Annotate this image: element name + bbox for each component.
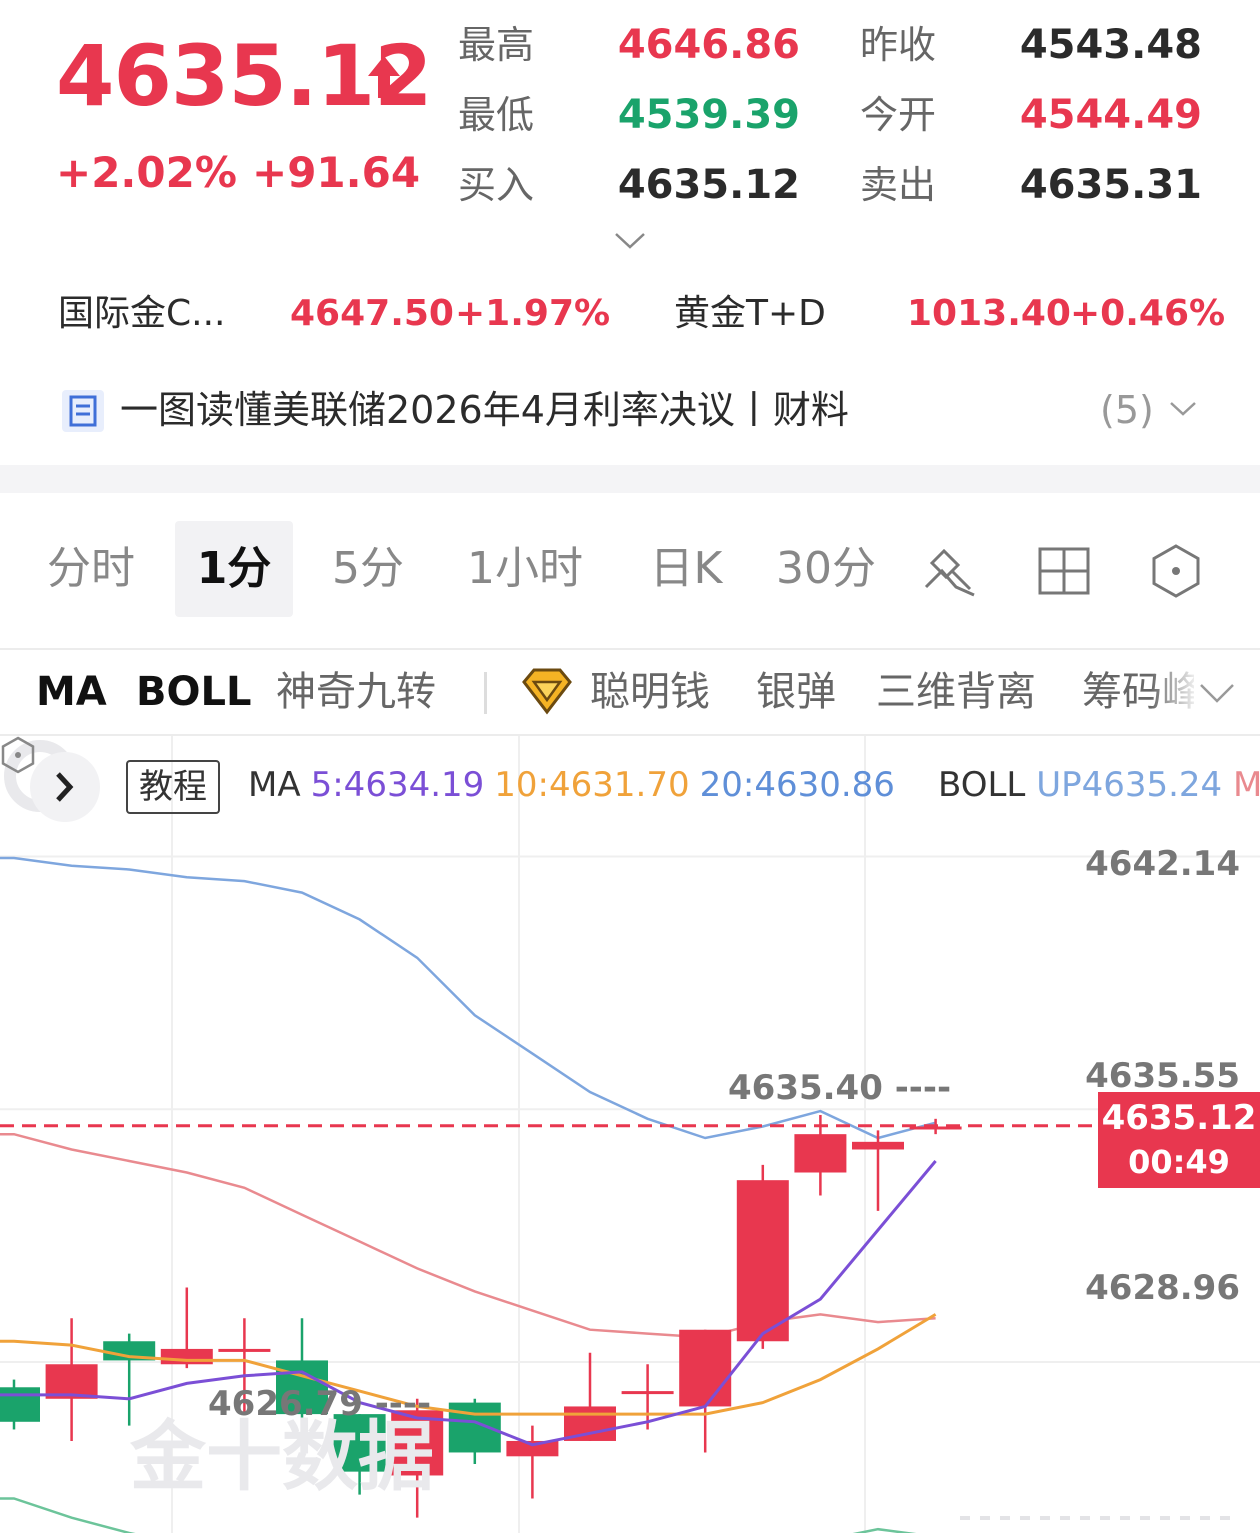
prev-close-label: 昨收 — [860, 23, 937, 67]
premium-diamond-icon — [522, 668, 572, 715]
boll-legend-label: BOLL — [938, 765, 1026, 805]
indicator-ma[interactable]: MA — [36, 664, 107, 720]
watermark-text: 金十数据 — [130, 1412, 434, 1501]
change-amount: +91.64 — [252, 148, 421, 197]
related-ticker-change-2: +0.46% — [1070, 293, 1226, 334]
open-label: 今开 — [860, 93, 937, 137]
change-percent: +2.02% — [56, 148, 237, 197]
indicator-smart-money[interactable]: 聪明钱 — [590, 664, 710, 720]
boll-mid-legend: MID — [1233, 765, 1260, 805]
current-price-tag-value: 4635.12 — [1101, 1098, 1257, 1138]
visible-low-marker: 4626.79 ---- — [208, 1384, 432, 1424]
boll-legend: BOLL UP4635.24 MID — [938, 760, 1260, 810]
news-doc-icon — [62, 390, 104, 432]
bid-value: 4635.12 — [617, 162, 800, 208]
indicator-bar: MA BOLL 神奇九转 聪明钱 银弹 三维背离 筹码峰 — [0, 650, 1260, 734]
candle-body — [218, 1348, 271, 1352]
high-label: 最高 — [458, 23, 535, 67]
ma5-legend: 5:4634.19 — [310, 765, 485, 805]
candle-body — [852, 1141, 904, 1150]
ma10-line — [0, 1313, 937, 1416]
ask-label: 卖出 — [860, 163, 937, 207]
grid-layout-icon[interactable] — [1036, 543, 1092, 599]
indicator-fade — [1150, 650, 1200, 734]
low-label: 最低 — [458, 93, 535, 137]
visible-high-marker: 4635.40 ---- — [728, 1068, 952, 1108]
bid-label: 买入 — [458, 163, 535, 207]
indicator-divider — [484, 672, 487, 714]
tab-timeshare[interactable]: 分时 — [36, 521, 146, 617]
indicator-boll[interactable]: BOLL — [136, 664, 251, 720]
related-ticker-price-2: 1013.40 — [907, 293, 1071, 334]
related-ticker-name-2[interactable]: 黄金T+D — [674, 290, 826, 338]
ask-value: 4635.31 — [1019, 162, 1202, 208]
quote-header: 4635.12 +2.02% +91.64 最高 4646.86 昨收 4543… — [0, 0, 1260, 465]
ma20-legend: 20:4630.86 — [699, 765, 895, 805]
candle-body — [679, 1329, 732, 1407]
draw-tool-icon[interactable] — [922, 543, 978, 599]
expand-stats-chevron-icon[interactable] — [612, 228, 648, 252]
open-value: 4544.49 — [1019, 92, 1202, 138]
candle-body — [0, 1387, 40, 1422]
high-value: 4646.86 — [617, 22, 800, 68]
boll-up-legend: UP4635.24 — [1036, 765, 1223, 805]
period-tabs: 分时 1分 5分 1小时 日K 30分 — [0, 493, 1260, 648]
settings-hexagon-icon[interactable] — [1148, 543, 1204, 599]
candle-countdown: 00:49 — [1128, 1143, 1230, 1181]
tab-daily[interactable]: 日K — [636, 521, 736, 617]
y-axis-label-low: 4628.96 — [1085, 1268, 1240, 1308]
candle-body — [160, 1348, 213, 1365]
ma5-line — [0, 1160, 937, 1447]
low-value: 4539.39 — [617, 92, 800, 138]
tab-30min[interactable]: 30分 — [770, 521, 882, 617]
current-price-tag: 4635.12 00:49 — [1098, 1092, 1260, 1188]
tab-1min[interactable]: 1分 — [175, 521, 293, 617]
ma10-legend: 10:4631.70 — [494, 765, 690, 805]
indicator-magic-nine[interactable]: 神奇九转 — [276, 664, 436, 720]
prev-close-value: 4543.48 — [1019, 22, 1202, 68]
section-divider — [0, 465, 1260, 493]
chevron-right-icon — [56, 772, 74, 802]
candle-body — [794, 1134, 847, 1173]
indicator-silver-bullet[interactable]: 银弹 — [756, 664, 836, 720]
news-expand-chevron-icon[interactable] — [1168, 398, 1198, 420]
candle-body — [621, 1391, 674, 1395]
news-count[interactable]: (5) — [1100, 384, 1154, 436]
tab-5min[interactable]: 5分 — [318, 521, 418, 617]
price-up-arrow-icon — [368, 56, 400, 98]
kline-chart[interactable]: 金十数据 教程 MA 5:4634.19 10:4631.70 20:4630.86 … — [0, 734, 1260, 1533]
y-axis-label-mid: 4635.55 — [1085, 1056, 1240, 1096]
legend-toggle-button[interactable] — [30, 752, 100, 822]
y-axis-label-top: 4642.14 — [1085, 844, 1240, 884]
related-ticker-price-1: 4647.50 — [290, 293, 454, 334]
candle-body — [736, 1180, 789, 1342]
indicator-more-chevron-icon[interactable] — [1198, 680, 1236, 706]
related-ticker-change-1: +1.97% — [455, 293, 611, 334]
news-headline[interactable]: 一图读懂美联储2026年4月利率决议丨财料 — [120, 384, 849, 436]
tutorial-button[interactable]: 教程 — [126, 760, 220, 814]
boll-lower-line — [0, 1497, 917, 1533]
tab-1hour[interactable]: 1小时 — [450, 521, 600, 617]
ma-legend-label: MA — [248, 765, 301, 805]
related-ticker-name-1[interactable]: 国际金C... — [58, 290, 225, 338]
ma-settings-icon[interactable] — [0, 736, 36, 774]
indicator-3d-divergence[interactable]: 三维背离 — [876, 664, 1036, 720]
ma-legend: MA 5:4634.19 10:4631.70 20:4630.86 — [248, 760, 905, 810]
